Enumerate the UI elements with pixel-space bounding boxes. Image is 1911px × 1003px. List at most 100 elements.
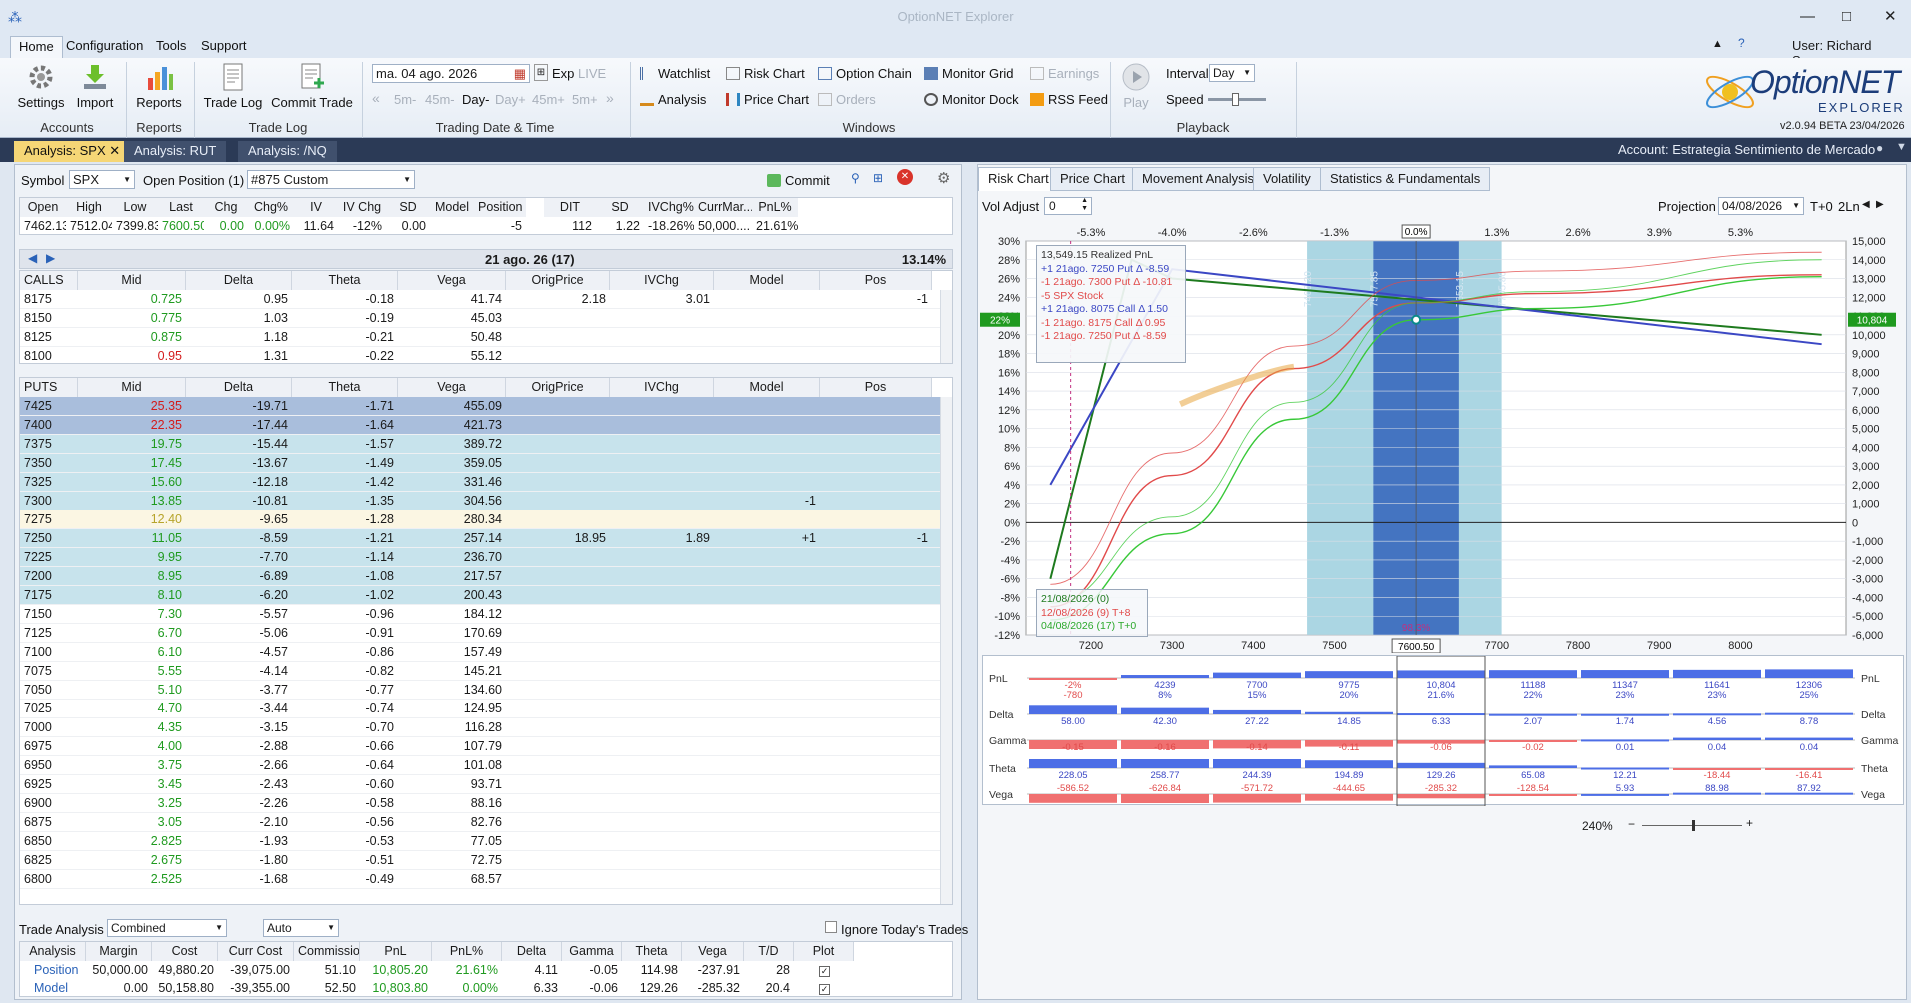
- tab-tools[interactable]: Tools: [148, 36, 194, 58]
- minimize-button[interactable]: —: [1800, 0, 1815, 34]
- table-row[interactable]: 7225 9.95 -7.70 -1.14 236.70: [20, 548, 952, 568]
- option-chain-button[interactable]: Option Chain: [818, 66, 912, 81]
- import-button[interactable]: Import: [72, 62, 118, 110]
- monitor-dock-button[interactable]: Monitor Dock: [924, 92, 1019, 107]
- tab-home[interactable]: Home: [10, 36, 63, 58]
- table-row[interactable]: 7375 19.75 -15.44 -1.57 389.72: [20, 434, 952, 454]
- settings-button[interactable]: Settings: [14, 62, 68, 110]
- prev-date-icon[interactable]: ◀: [1862, 199, 1870, 210]
- next-date-icon[interactable]: ▶: [1876, 199, 1884, 210]
- settings-gear-icon[interactable]: ⚙: [937, 169, 950, 187]
- prev-expiry-icon[interactable]: ◀: [28, 251, 37, 265]
- step-5m-back[interactable]: 5m-: [394, 92, 416, 107]
- dock-menu-icon[interactable]: ▼: [1896, 141, 1907, 153]
- speed-slider[interactable]: [1208, 93, 1266, 106]
- table-row[interactable]: 8175 0.725 0.95 -0.18 41.74 2.18 3.01 -1: [20, 290, 952, 309]
- step-45m-back[interactable]: 45m-: [425, 92, 455, 107]
- step-45m-fwd[interactable]: 45m+: [532, 92, 565, 107]
- table-row[interactable]: 7100 6.10 -4.57 -0.86 157.49: [20, 643, 952, 662]
- table-row[interactable]: 6850 2.825 -1.93 -0.53 77.05: [20, 832, 952, 851]
- table-row[interactable]: 7050 5.10 -3.77 -0.77 134.60: [20, 681, 952, 700]
- table-row[interactable]: 7275 12.40 -9.65 -1.28 280.34: [20, 510, 952, 530]
- tab-risk-chart[interactable]: Risk Chart: [978, 167, 1059, 191]
- commit-button[interactable]: Commit: [767, 173, 830, 188]
- table-row[interactable]: 7200 8.95 -6.89 -1.08 217.57: [20, 567, 952, 587]
- price-chart-button[interactable]: Price Chart: [726, 92, 809, 107]
- calendar-icon[interactable]: ▦: [514, 65, 526, 82]
- earnings-button[interactable]: Earnings: [1030, 66, 1099, 81]
- callGrid-scrollbar[interactable]: [940, 290, 952, 363]
- layout-icon[interactable]: ⊞: [873, 171, 883, 185]
- risk-chart-button[interactable]: Risk Chart: [726, 66, 805, 81]
- step-day-back[interactable]: Day-: [462, 92, 489, 107]
- delete-icon[interactable]: ✕: [897, 169, 913, 185]
- interval-select[interactable]: Day ▼: [1209, 64, 1255, 82]
- table-row[interactable]: 7000 4.35 -3.15 -0.70 116.28: [20, 718, 952, 738]
- close-tab-icon[interactable]: ✕: [109, 143, 120, 158]
- orders-button[interactable]: Orders: [818, 92, 876, 107]
- symbol-select[interactable]: SPX ▼: [69, 170, 135, 189]
- play-button[interactable]: Play: [1118, 62, 1154, 110]
- table-row[interactable]: 7175 8.10 -6.20 -1.02 200.43: [20, 586, 952, 605]
- collapse-ribbon-icon[interactable]: ▲: [1712, 38, 1723, 50]
- zoom-slider[interactable]: [1642, 820, 1742, 831]
- zoom-in-icon[interactable]: +: [1746, 816, 1753, 830]
- table-row[interactable]: 7400 22.35 -17.44 -1.64 421.73: [20, 415, 952, 435]
- zoom-out-icon[interactable]: −: [1628, 817, 1635, 831]
- tab-analysis-nq[interactable]: Analysis: /NQ: [238, 141, 337, 162]
- table-row[interactable]: 8125 0.875 1.18 -0.21 50.48: [20, 328, 952, 347]
- trading-date-input[interactable]: ma. 04 ago. 2026 ▦: [372, 64, 530, 83]
- vol-adjust-input[interactable]: 0 ▲ ▼: [1044, 197, 1092, 215]
- search-icon[interactable]: ⚲: [851, 171, 860, 185]
- rewind-icon[interactable]: «: [372, 90, 380, 106]
- date-spin-icon[interactable]: ⊞: [534, 64, 548, 81]
- live-label[interactable]: LIVE: [578, 66, 606, 81]
- position-select[interactable]: #875 Custom ▼: [247, 170, 415, 189]
- tab-statistics[interactable]: Statistics & Fundamentals: [1320, 167, 1491, 191]
- table-row[interactable]: 7125 6.70 -5.06 -0.91 170.69: [20, 624, 952, 643]
- table-row[interactable]: 7025 4.70 -3.44 -0.74 124.95: [20, 699, 952, 719]
- table-row[interactable]: 6950 3.75 -2.66 -0.64 101.08: [20, 756, 952, 776]
- step-5m-fwd[interactable]: 5m+: [572, 92, 598, 107]
- table-row[interactable]: 7150 7.30 -5.57 -0.96 184.12: [20, 605, 952, 624]
- next-expiry-icon[interactable]: ▶: [46, 251, 55, 265]
- table-row[interactable]: 7350 17.45 -13.67 -1.49 359.05: [20, 453, 952, 473]
- table-row[interactable]: 6925 3.45 -2.43 -0.60 93.71: [20, 775, 952, 794]
- table-row[interactable]: 6975 4.00 -2.88 -0.66 107.79: [20, 737, 952, 757]
- ignore-today-checkbox[interactable]: [825, 921, 837, 933]
- table-row[interactable]: 7425 25.35 -19.71 -1.71 455.09: [20, 397, 952, 416]
- rss-feed-button[interactable]: RSS Feed: [1030, 92, 1108, 107]
- help-icon[interactable]: ?: [1738, 36, 1745, 50]
- commit-trade-button[interactable]: Commit Trade: [270, 62, 354, 110]
- analysis-button[interactable]: Analysis: [640, 92, 706, 107]
- table-row[interactable]: 6900 3.25 -2.26 -0.58 88.16: [20, 794, 952, 813]
- table-row[interactable]: 7300 13.85 -10.81 -1.35 304.56 -1: [20, 491, 952, 511]
- plot-checkbox[interactable]: ✓: [819, 966, 830, 977]
- tab-movement-analysis[interactable]: Movement Analysis: [1132, 167, 1264, 191]
- reports-button[interactable]: Reports: [132, 62, 186, 110]
- exp-label[interactable]: Exp: [552, 66, 574, 81]
- trade-log-button[interactable]: Trade Log: [202, 62, 264, 110]
- table-row[interactable]: 6800 2.525 -1.68 -0.49 68.57: [20, 870, 952, 889]
- step-day-fwd[interactable]: Day+: [495, 92, 526, 107]
- table-row[interactable]: 6825 2.675 -1.80 -0.51 72.75: [20, 851, 952, 870]
- tab-price-chart[interactable]: Price Chart: [1050, 167, 1136, 191]
- fast-forward-icon[interactable]: »: [606, 90, 614, 106]
- analysis-mode-select[interactable]: Combined ▼: [107, 919, 227, 937]
- tab-support[interactable]: Support: [193, 36, 255, 58]
- tab-volatility[interactable]: Volatility: [1253, 167, 1321, 191]
- t0-label[interactable]: T+0: [1810, 199, 1833, 214]
- lines-label[interactable]: 2Ln: [1838, 199, 1860, 214]
- table-row[interactable]: 8150 0.775 1.03 -0.19 45.03: [20, 309, 952, 328]
- auto-select[interactable]: Auto ▼: [263, 919, 339, 937]
- plot-checkbox[interactable]: ✓: [819, 984, 830, 995]
- table-row[interactable]: 7250 11.05 -8.59 -1.21 257.14 18.95 1.89 +1 -1: [20, 529, 952, 549]
- projection-date-select[interactable]: 04/08/2026 ▼: [1718, 197, 1804, 215]
- tab-analysis-spx[interactable]: Analysis: SPX ✕: [14, 141, 131, 162]
- tab-analysis-rut[interactable]: Analysis: RUT: [124, 141, 227, 162]
- ta-row[interactable]: Position 50,000.00 49,880.20 -39,075.00 51.1…: [20, 961, 952, 980]
- close-button[interactable]: ✕: [1884, 0, 1897, 34]
- monitor-grid-button[interactable]: Monitor Grid: [924, 66, 1014, 81]
- table-row[interactable]: 6875 3.05 -2.10 -0.56 82.76: [20, 813, 952, 832]
- ta-row[interactable]: Model 0.00 50,158.80 -39,355.00 52.50 10,803.…: [20, 979, 952, 998]
